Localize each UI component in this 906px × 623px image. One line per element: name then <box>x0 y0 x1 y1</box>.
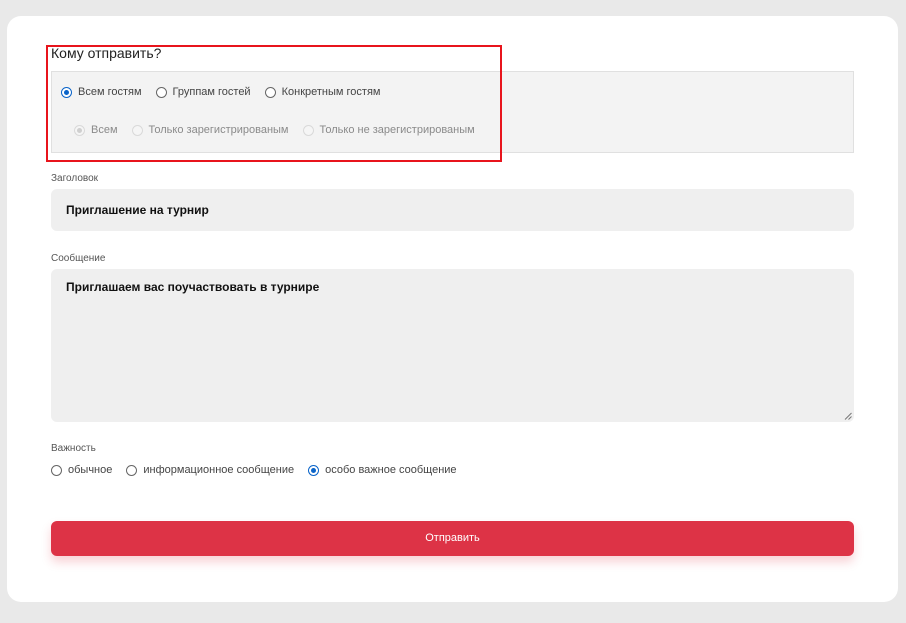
radio-informational-label: информационное сообщение <box>143 464 295 476</box>
message-field-label: Сообщение <box>51 253 106 264</box>
message-text: Приглашаем вас поучаствовать в турнире <box>66 280 320 294</box>
recipients-main-options: Всем гостям Группам гостей Конкретным го… <box>61 86 380 98</box>
radio-all-guests-label: Всем гостям <box>78 86 142 98</box>
radio-unregistered-only-label: Только не зарегистрированым <box>319 124 475 136</box>
radio-everyone-label: Всем <box>91 124 118 136</box>
radio-guest-groups-indicator[interactable] <box>155 86 167 98</box>
radio-normal[interactable]: обычное <box>51 464 112 476</box>
radio-unregistered-only[interactable]: Только не зарегистрированым <box>302 124 475 136</box>
resize-handle-icon[interactable] <box>844 412 852 420</box>
radio-normal-indicator[interactable] <box>51 464 62 476</box>
radio-specific-guests-indicator[interactable] <box>264 86 276 98</box>
title-input[interactable]: Приглашение на турнир <box>51 189 854 231</box>
radio-specific-guests-label: Конкретным гостям <box>281 86 381 98</box>
radio-guest-groups-label: Группам гостей <box>172 86 251 98</box>
radio-all-guests-indicator[interactable] <box>61 86 72 98</box>
radio-very-important[interactable]: особо важное сообщение <box>308 464 457 476</box>
radio-informational[interactable]: информационное сообщение <box>126 464 294 476</box>
radio-specific-guests[interactable]: Конкретным гостям <box>264 86 381 98</box>
radio-registered-only[interactable]: Только зарегистрированым <box>131 124 289 136</box>
recipients-title: Кому отправить? <box>51 45 162 61</box>
radio-unregistered-only-indicator[interactable] <box>302 124 314 136</box>
radio-normal-label: обычное <box>68 464 113 476</box>
radio-very-important-label: особо важное сообщение <box>325 464 457 476</box>
send-button[interactable]: Отправить <box>51 521 854 556</box>
recipients-panel <box>51 71 854 153</box>
radio-all-guests[interactable]: Всем гостям <box>61 86 142 98</box>
recipients-sub-options: Всем Только зарегистрированым Только не … <box>74 124 475 136</box>
title-field-label: Заголовок <box>51 173 99 184</box>
radio-everyone[interactable]: Всем <box>74 124 118 136</box>
radio-informational-indicator[interactable] <box>126 464 138 476</box>
radio-registered-only-indicator[interactable] <box>131 124 143 136</box>
radio-everyone-indicator[interactable] <box>74 124 85 136</box>
importance-options: обычное информационное сообщение особо в… <box>51 464 457 476</box>
radio-guest-groups[interactable]: Группам гостей <box>155 86 251 98</box>
radio-very-important-indicator[interactable] <box>308 464 320 476</box>
message-textarea[interactable]: Приглашаем вас поучаствовать в турнире <box>51 269 854 422</box>
importance-label: Важность <box>51 443 96 454</box>
radio-registered-only-label: Только зарегистрированым <box>148 124 289 136</box>
